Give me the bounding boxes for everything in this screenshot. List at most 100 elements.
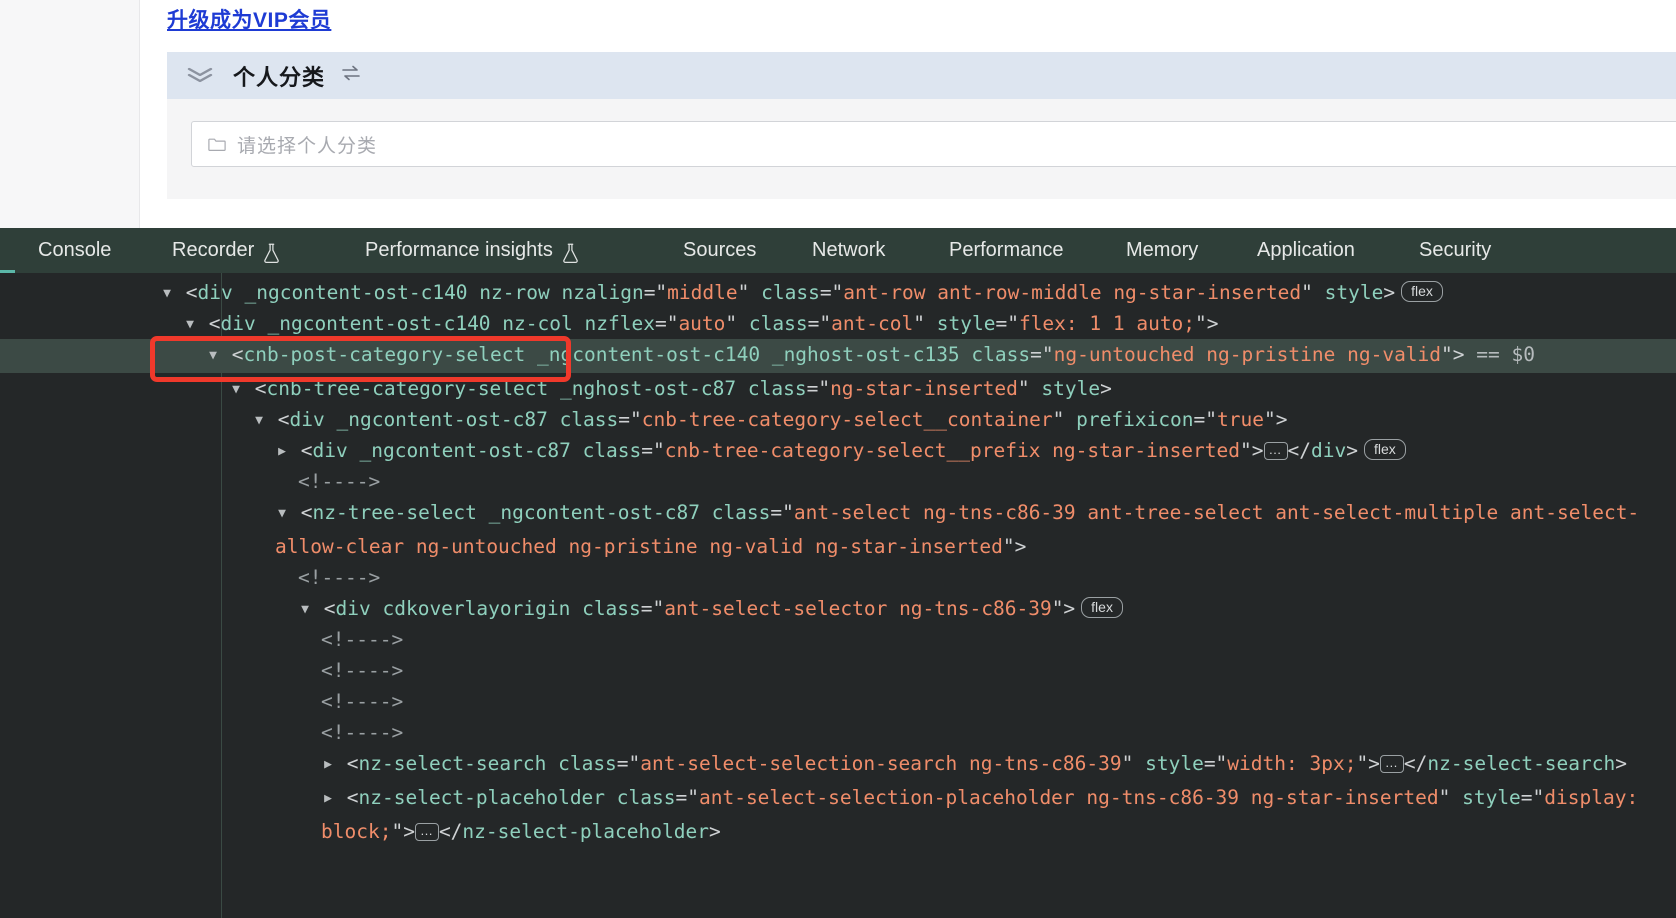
dom-token-val: ng-untouched ng-pristine ng-valid [1054,343,1441,366]
devtools-tab-application[interactable]: Application [1257,228,1355,273]
collapsed-children-icon[interactable]: … [1380,755,1404,773]
personal-category-section-header: 个人分类 [167,52,1676,99]
dom-token-punct: "> [1264,408,1287,431]
dom-token-punct: =" [641,597,664,620]
dom-tree-row[interactable]: ▼ <div cdkoverlayorigin class="ant-selec… [0,593,1676,624]
dom-token-punct: " [738,281,761,304]
tree-collapse-icon[interactable]: ▼ [298,594,312,625]
dom-token-punct: =" [617,752,640,775]
dom-tree-row[interactable]: <!----> [0,466,1676,497]
dom-token-comment: <!----> [321,659,403,682]
tree-collapse-icon[interactable]: ▼ [160,278,174,309]
web-page-area: 升级成为VIP会员 个人分类 [0,0,1676,228]
dom-token-punct: =" [655,312,678,335]
tree-expand-icon[interactable]: ▶ [275,436,289,467]
dom-token-attr: class [748,377,807,400]
dom-tree-row[interactable]: <!----> [0,686,1676,717]
dom-tree-row[interactable]: <!----> [0,624,1676,655]
collapsed-children-icon[interactable]: … [415,823,439,841]
devtools-tab-performance-insights[interactable]: Performance insights [365,228,579,273]
dom-token-attr: style [1462,786,1521,809]
devtools-tab-recorder[interactable]: Recorder [172,228,280,273]
dom-token-punct: =" [995,312,1018,335]
dom-token-val: flex: 1 1 auto; [1019,312,1195,335]
dom-token-attr: _ngcontent-ost-c87 [336,408,547,431]
flex-badge[interactable]: flex [1364,439,1406,460]
devtools-tab-security[interactable]: Security [1419,228,1491,273]
dom-token-punct [548,377,560,400]
tree-expand-icon[interactable]: ▶ [321,749,335,780]
dom-token-comment: <!----> [298,470,380,493]
tree-collapse-icon[interactable]: ▼ [275,498,289,529]
dom-tree-row[interactable]: ▼ <div _ngcontent-ost-c140 nz-row nzalig… [0,277,1676,308]
dom-token-attr: _ngcontent-ost-c140 [267,312,490,335]
dom-tree-row[interactable]: <!----> [0,562,1676,593]
dom-token-attr: class [582,597,641,620]
dom-token-attr: style [1325,281,1384,304]
dom-token-punct [525,343,537,366]
upgrade-vip-link[interactable]: 升级成为VIP会员 [167,4,331,34]
dom-token-punct [605,786,617,809]
dom-tree-row[interactable]: ▶ <div _ngcontent-ost-c87 class="cnb-tre… [0,435,1676,466]
dom-tree-row[interactable]: <!----> [0,655,1676,686]
swap-icon[interactable] [341,64,361,88]
devtools-tab-label: Performance [949,228,1064,273]
tree-expand-icon[interactable]: ▶ [321,783,335,814]
tree-collapse-icon[interactable]: ▼ [183,309,197,340]
dom-token-punct: " [1053,408,1076,431]
dom-token-punct: =" [1204,752,1227,775]
dom-token-punct: =" [676,786,699,809]
dom-token-attr: class [749,312,808,335]
flex-badge[interactable]: flex [1081,597,1123,618]
dom-tree-row[interactable]: ▼ <cnb-tree-category-select _nghost-ost-… [0,373,1676,404]
dom-token-punct: </ [1404,752,1427,775]
dom-token-val: ant-col [831,312,913,335]
dom-token-tag: nz-select-placeholder [462,820,709,843]
dom-token-punct: "> [1195,312,1218,335]
dom-token-punct [325,408,337,431]
devtools-tab-console[interactable]: Console [38,228,111,273]
dom-tree-row[interactable]: <!----> [0,717,1676,748]
tree-collapse-icon[interactable]: ▼ [206,340,220,371]
flex-badge[interactable]: flex [1401,281,1443,302]
dom-token-val: true [1217,408,1264,431]
dom-token-punct: =" [820,281,843,304]
dom-token-punct: =" [1521,786,1544,809]
double-chevron-down-icon[interactable] [185,64,215,88]
dom-token-punct [570,597,582,620]
dom-tree-row[interactable]: ▼ <nz-tree-select _ngcontent-ost-c87 cla… [0,497,1676,562]
dom-tree-row[interactable]: ▶ <nz-select-placeholder class="ant-sele… [0,782,1676,847]
dom-token-punct: > [1615,752,1627,775]
dom-token-tag: div [198,281,233,304]
dom-token-punct: "> [391,820,414,843]
tree-collapse-icon[interactable]: ▼ [229,374,243,405]
devtools-tab-memory[interactable]: Memory [1126,228,1198,273]
dom-tree-row[interactable]: ▼ <div _ngcontent-ost-c87 class="cnb-tre… [0,404,1676,435]
collapsed-children-icon[interactable]: … [1264,442,1288,460]
dom-token-attr: _nghost-ost-c135 [772,343,960,366]
dom-token-attr: _ngcontent-ost-c87 [489,501,700,524]
dom-tree-row[interactable]: ▼ <div _ngcontent-ost-c140 nz-col nzflex… [0,308,1676,339]
dom-tree-row[interactable]: ▶ <nz-select-search class="ant-select-se… [0,748,1676,782]
personal-category-select[interactable]: 请选择个人分类 [191,121,1676,167]
dom-token-attr: class [761,281,820,304]
dom-token-punct: > [1346,439,1358,462]
dom-token-punct [477,501,489,524]
tree-collapse-icon[interactable]: ▼ [252,405,266,436]
dom-token-attr: class [558,752,617,775]
dom-token-punct: > [709,820,721,843]
dom-token-punct [571,439,583,462]
dom-tree-row[interactable]: ▼ <cnb-post-category-select _ngcontent-o… [0,339,1676,373]
devtools-tab-sources[interactable]: Sources [683,228,756,273]
devtools-tab-performance[interactable]: Performance [949,228,1064,273]
devtools-panel: Console Recorder Performance insights Sourc… [0,228,1676,918]
page-left-rail [0,0,140,228]
dom-token-punct: " [1439,786,1462,809]
dom-token-punct: =" [808,312,831,335]
dom-token-tag: nz-select-search [1427,752,1615,775]
dom-token-punct: =" [1030,343,1053,366]
dom-token-punct: "> [1441,343,1476,366]
dom-tree[interactable]: ▼ <div _ngcontent-ost-c140 nz-row nzalig… [0,273,1676,918]
dom-token-tag: div [1311,439,1346,462]
devtools-tab-network[interactable]: Network [812,228,885,273]
